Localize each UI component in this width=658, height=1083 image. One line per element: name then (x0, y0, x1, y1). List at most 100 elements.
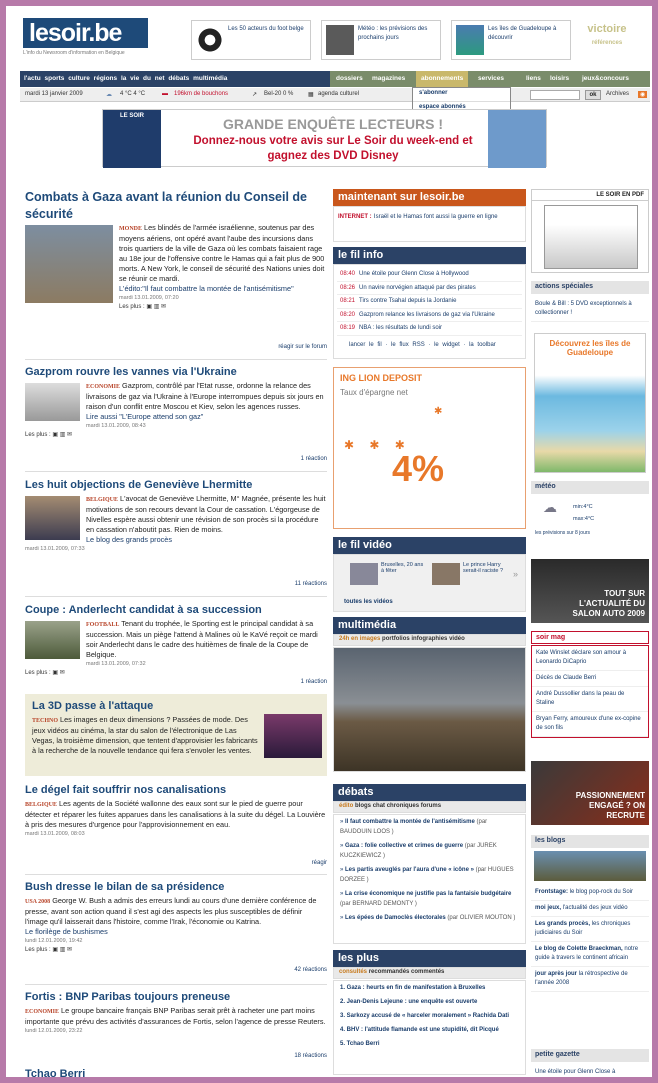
nav-magazines[interactable]: magazines (372, 75, 405, 82)
guadeloupe-ad[interactable]: Découvrez les îles de Guadeloupe (534, 333, 646, 473)
lesplus-item[interactable]: 5. Tchao Berri (334, 1037, 525, 1051)
article-image[interactable] (25, 621, 80, 659)
site-logo[interactable]: lesoir.be L'info du Newsroom d'informati… (23, 18, 168, 58)
debat-item[interactable]: » Les partis aveuglés par l'aura d'une «… (334, 863, 525, 887)
next-arrow-icon[interactable]: » (513, 569, 518, 579)
debats-header[interactable]: débats (333, 784, 526, 801)
filinfo-item[interactable]: 08:20 Gazprom relance les livraisons de g… (337, 309, 522, 322)
search-ok-button[interactable]: ok (585, 90, 601, 100)
tab-commentes[interactable]: commentés (411, 969, 444, 975)
filinfo-link[interactable]: le flux RSS (391, 342, 425, 348)
filvideo-header[interactable]: le fil vidéo (333, 537, 526, 554)
tab-chroniques[interactable]: chroniques (387, 803, 419, 809)
article-title[interactable]: Coupe : Anderlecht candidat à sa success… (25, 602, 327, 619)
blog-item[interactable]: Les grands procès, les chroniques judici… (531, 917, 649, 942)
article-title[interactable]: Le dégel fait souffrir nos canalisations (25, 782, 327, 799)
blog-item[interactable]: Frontstage: le blog pop-rock du Soir (531, 885, 649, 901)
article-image[interactable] (25, 496, 80, 540)
article-image[interactable] (25, 225, 113, 303)
recrute-ad[interactable]: PASSIONNEMENT ENGAGÉ ? ON RECRUTE (531, 761, 649, 825)
agenda-label[interactable]: agenda culturel (318, 91, 359, 97)
article-link[interactable]: L'édito:"Il faut combattre la montée de … (119, 284, 294, 293)
nav-jeux[interactable]: jeux&concours (582, 75, 629, 82)
react-link[interactable]: 42 réactions (294, 967, 327, 973)
article-title[interactable]: Tchao Berri (25, 1066, 327, 1077)
react-link[interactable]: 18 réactions (294, 1053, 327, 1059)
survey-banner[interactable]: LE SOIR GRANDE ENQUÊTE LECTEURS ! Donnez… (102, 109, 547, 168)
article-3d-image[interactable] (264, 714, 322, 758)
actions-link[interactable]: Boule & Bill : 5 DVD exceptionnels à col… (531, 297, 649, 322)
filinfo-item[interactable]: 08:21 Tirs contre Tsahal depuis la Jordan… (337, 295, 522, 309)
tab-blogs[interactable]: blogs (355, 803, 371, 809)
blog-item[interactable]: moi jeux, l'actualité des jeux vidéo (531, 901, 649, 917)
teaser-guadeloupe[interactable]: Les îles de Guadeloupe à découvrir (451, 20, 571, 60)
video-thumb[interactable] (432, 563, 460, 585)
article-link[interactable]: Le blog des grands procès (86, 535, 172, 544)
lesplus-item[interactable]: 1. Gaza : heurts en fin de manifestation… (334, 981, 525, 995)
lesplus-item[interactable]: 3. Sarkozy accusé de « harceler moraleme… (334, 1009, 525, 1023)
nav-services[interactable]: services (478, 75, 504, 82)
article-link[interactable]: Le florilège de bushismes (25, 927, 108, 936)
lesplus-header[interactable]: les plus (333, 950, 526, 967)
blogs-image[interactable] (534, 851, 646, 881)
filinfo-link[interactable]: lancer le fil (349, 342, 382, 348)
video-thumb[interactable] (350, 563, 378, 585)
tab-recommandes[interactable]: recommandés (369, 969, 410, 975)
debat-item[interactable]: » Il faut combattre la montée de l'antis… (334, 815, 525, 839)
react-link[interactable]: réagir sur le forum (278, 344, 327, 350)
soirmag-item[interactable]: André Dussollier dans la peau de Staline (532, 687, 648, 712)
soirmag-item[interactable]: Kate Winslet déclare son amour à Leonard… (532, 646, 648, 671)
filinfo-item[interactable]: 08:19 NBA : les résultats de lundi soir (337, 322, 522, 336)
article-link[interactable]: Lire aussi "L'Europe attend son gaz" (86, 412, 203, 421)
rss-icon[interactable]: ◉ (638, 91, 648, 98)
salon-auto-ad[interactable]: TOUT SUR L'ACTUALITÉ DU SALON AUTO 2009 (531, 559, 649, 623)
filinfo-link[interactable]: le widget (434, 342, 460, 348)
tab-forums[interactable]: forums (421, 803, 441, 809)
tab-video[interactable]: vidéo (449, 636, 465, 642)
dropdown-sabonner[interactable]: s'abonner (413, 88, 510, 102)
maintenant-link[interactable]: Israël et le Hamas font aussi la guerre … (374, 214, 498, 220)
tab-chat[interactable]: chat (373, 803, 385, 809)
article-image[interactable] (25, 383, 80, 421)
teaser-foot[interactable]: Les 50 acteurs du foot belge (191, 20, 311, 60)
nav-dossiers[interactable]: dossiers (336, 75, 363, 82)
article-title[interactable]: Les huit objections de Geneviève Lhermit… (25, 477, 327, 494)
react-link[interactable]: 1 réaction (301, 679, 327, 685)
react-link[interactable]: 11 réactions (295, 581, 327, 587)
multimedia-photo[interactable] (333, 647, 526, 772)
nav-liens[interactable]: liens (526, 75, 541, 82)
nav-abonnements[interactable]: abonnements (416, 71, 469, 87)
multimedia-header[interactable]: multimédia (333, 617, 526, 634)
article-title[interactable]: Gazprom rouvre les vannes via l'Ukraine (25, 364, 327, 381)
meteo-link[interactable]: les prévisions sur 8 jours (535, 529, 590, 538)
nav-loisirs[interactable]: loisirs (550, 75, 569, 82)
filinfo-link[interactable]: la toolbar (469, 342, 496, 348)
lesplus-item[interactable]: 2. Jean-Denis Lejeune : une enquête est … (334, 995, 525, 1009)
article-title[interactable]: Fortis : BNP Paribas toujours preneuse (25, 989, 327, 1006)
traffic-label[interactable]: 196km de bouchons (174, 91, 228, 97)
bel20-label[interactable]: Bel-20 0 % (264, 91, 293, 97)
soirmag-item[interactable]: Décès de Claude Berri (532, 671, 648, 687)
filinfo-item[interactable]: 08:26 Un navire norvégien attaqué par des… (337, 282, 522, 295)
debat-item[interactable]: » Les épées de Damoclès électorales (par… (334, 911, 525, 925)
react-link[interactable]: réagir (312, 860, 327, 866)
article-title[interactable]: La 3D passe à l'attaque (32, 698, 260, 715)
tab-24h[interactable]: 24h en images (339, 636, 380, 642)
video-title[interactable]: Bruxelles, 20 ans à fêter (381, 562, 426, 574)
archives-link[interactable]: Archives (606, 91, 629, 97)
search-input[interactable] (530, 90, 580, 100)
video-title[interactable]: Le prince Harry serait-il raciste ? (463, 562, 508, 574)
debat-item[interactable]: » Gaza : folie collective et crimes de g… (334, 839, 525, 863)
lesplus-item[interactable]: 4. BHV : l'attitude flamande est une stu… (334, 1023, 525, 1037)
maintenant-header[interactable]: maintenant sur lesoir.be (333, 189, 526, 206)
tab-edito[interactable]: édito (339, 803, 353, 809)
all-videos-link[interactable]: toutes les vidéos (344, 599, 393, 605)
nav-left-links[interactable]: l'actu sports culture régions la vie du … (24, 75, 227, 82)
tab-portfolios[interactable]: portfolios (382, 636, 410, 642)
ing-ad[interactable]: ING LION DEPOSIT Taux d'épargne net 4% ✱… (333, 367, 526, 529)
article-title[interactable]: Bush dresse le bilan de sa présidence (25, 879, 327, 896)
react-link[interactable]: 1 réaction (301, 456, 327, 462)
filinfo-item[interactable]: 08:40 Une étoile pour Glenn Close à Holly… (337, 268, 522, 282)
temp-label[interactable]: 4 °C 4 °C (120, 91, 145, 97)
blog-item[interactable]: jour après jour la rétrospective de l'an… (531, 967, 649, 992)
